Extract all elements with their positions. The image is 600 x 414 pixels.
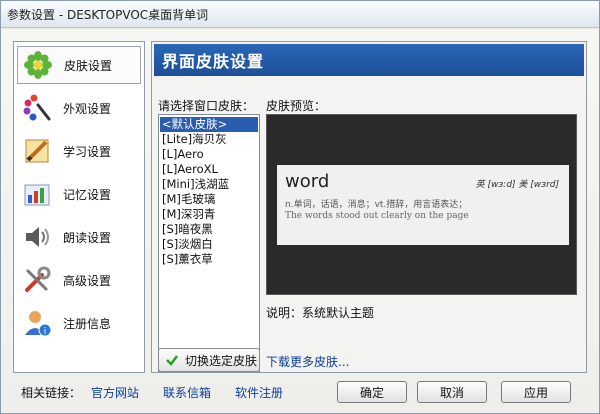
client-area: 皮肤设置 外观设置 学习设置 记忆设置 朗读设置 高级设置 i 注册信息 界面皮…	[1, 29, 599, 413]
user-info-icon: i	[19, 305, 55, 341]
sidebar-item-study[interactable]: 学习设置	[17, 132, 141, 170]
list-item[interactable]: [Lite]海贝灰	[160, 132, 258, 147]
flower-icon	[20, 47, 56, 83]
checkmark-icon	[166, 355, 178, 366]
sidebar-item-appearance[interactable]: 外观设置	[17, 89, 141, 127]
switch-skin-label: 切换选定皮肤	[185, 353, 258, 368]
list-item[interactable]: [M]深羽青	[160, 207, 258, 222]
sidebar: 皮肤设置 外观设置 学习设置 记忆设置 朗读设置 高级设置 i 注册信息	[13, 41, 145, 373]
ok-button[interactable]: 确定	[337, 381, 407, 403]
window-title: 参数设置 - DESKTOPVOC桌面背单词	[7, 7, 209, 22]
sidebar-item-memory[interactable]: 记忆设置	[17, 175, 141, 213]
preview-phonetic: 英 [wɜːd] 美 [wɜrd]	[475, 180, 559, 190]
bar-chart-icon	[19, 176, 55, 212]
skin-listbox[interactable]: <默认皮肤> [Lite]海贝灰 [L]Aero [L]AeroXL [Mini…	[158, 114, 260, 372]
skin-list-label: 请选择窗口皮肤：	[158, 99, 255, 113]
list-item[interactable]: [L]AeroXL	[160, 162, 258, 177]
skin-settings-panel: 界面皮肤设置 请选择窗口皮肤： 皮肤预览： <默认皮肤> [Lite]海贝灰 […	[151, 41, 587, 373]
panel-title: 界面皮肤设置	[154, 44, 584, 76]
list-item[interactable]: [S]暗夜黑	[160, 222, 258, 237]
list-item[interactable]: [Mini]浅湖蓝	[160, 177, 258, 192]
skin-description: 说明：系统默认主题	[266, 306, 375, 320]
related-links-label: 相关链接：	[21, 386, 82, 400]
sidebar-item-label: 外观设置	[63, 101, 112, 116]
speaker-icon	[19, 219, 55, 255]
list-item[interactable]: [S]薰衣草	[160, 252, 258, 267]
list-item[interactable]: [L]Aero	[160, 147, 258, 162]
sidebar-item-label: 高级设置	[63, 273, 112, 288]
sidebar-item-register[interactable]: i 注册信息	[17, 304, 141, 342]
preview-example: The words stood out clearly on the page	[285, 211, 469, 221]
preview-label: 皮肤预览：	[266, 99, 327, 113]
sidebar-item-reading[interactable]: 朗读设置	[17, 218, 141, 256]
palette-icon	[19, 90, 55, 126]
title-bar: 参数设置 - DESKTOPVOC桌面背单词	[1, 1, 599, 28]
cancel-button[interactable]: 取消	[417, 381, 487, 403]
settings-window: 参数设置 - DESKTOPVOC桌面背单词 皮肤设置 外观设置 学习设置 记忆…	[0, 0, 600, 414]
svg-text:i: i	[44, 327, 47, 337]
sidebar-item-label: 注册信息	[63, 316, 112, 331]
download-more-skins-link[interactable]: 下载更多皮肤...	[266, 353, 349, 370]
official-site-link[interactable]: 官方网站	[91, 384, 139, 401]
apply-button[interactable]: 应用	[501, 381, 571, 403]
tools-icon	[19, 262, 55, 298]
list-item[interactable]: [S]淡烟白	[160, 237, 258, 252]
software-register-link[interactable]: 软件注册	[235, 384, 283, 401]
switch-skin-button[interactable]: 切换选定皮肤	[158, 348, 260, 372]
contact-email-link[interactable]: 联系信箱	[163, 384, 211, 401]
sidebar-item-skin[interactable]: 皮肤设置	[17, 46, 141, 84]
list-item[interactable]: <默认皮肤>	[160, 117, 258, 132]
sidebar-item-label: 皮肤设置	[64, 58, 113, 73]
preview-card: word 英 [wɜːd] 美 [wɜrd] n.单词，话语，消息；vt.措辞，…	[277, 165, 569, 245]
list-item[interactable]: [M]毛玻璃	[160, 192, 258, 207]
sidebar-item-label: 记忆设置	[63, 187, 112, 202]
ruler-pencil-icon	[19, 133, 55, 169]
sidebar-item-label: 朗读设置	[63, 230, 112, 245]
preview-definition: n.单词，话语，消息；vt.措辞，用言语表达；	[285, 200, 468, 210]
preview-word: word	[285, 171, 330, 192]
sidebar-item-advanced[interactable]: 高级设置	[17, 261, 141, 299]
sidebar-item-label: 学习设置	[63, 144, 112, 159]
skin-preview: word 英 [wɜːd] 美 [wɜrd] n.单词，话语，消息；vt.措辞，…	[266, 114, 577, 295]
